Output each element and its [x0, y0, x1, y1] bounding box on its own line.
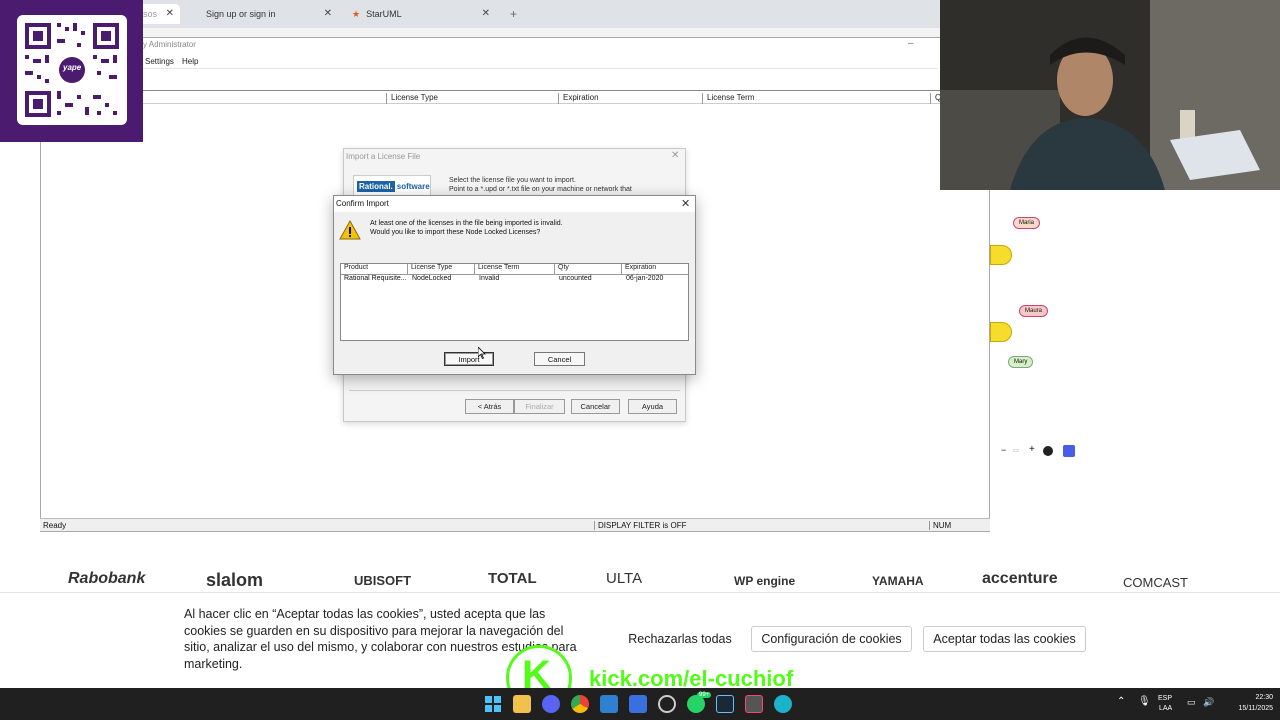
zoom-in-icon[interactable]: +: [1029, 444, 1035, 455]
chrome-icon[interactable]: [571, 695, 589, 713]
app-title: y Administrator: [143, 40, 196, 49]
app-icon[interactable]: [629, 695, 647, 713]
steam-icon[interactable]: [716, 695, 734, 713]
cell-license-type: NodeLocked: [412, 275, 452, 282]
staruml-icon: ★: [352, 8, 361, 19]
zoom-level-icon[interactable]: ▭: [1013, 447, 1019, 454]
logo-yamaha: YAMAHA: [872, 574, 924, 588]
tab-staruml[interactable]: ★ StarUML ✕: [344, 4, 496, 24]
board-node[interactable]: [990, 322, 1012, 342]
notification-badge: 99+: [697, 692, 712, 698]
board-bubble-mary[interactable]: Mary: [1008, 356, 1034, 368]
status-num: NUM: [929, 521, 954, 530]
network-icon[interactable]: ▭: [1187, 697, 1196, 708]
col-qty[interactable]: Q: [930, 93, 941, 104]
status-ready: Ready: [43, 521, 67, 530]
minimize-icon[interactable]: –: [908, 38, 914, 49]
confirm-message-1: At least one of the licenses in the file…: [370, 220, 563, 227]
zoom-out-icon[interactable]: −: [1001, 445, 1006, 455]
close-icon[interactable]: ✕: [671, 150, 679, 161]
board-bubble-maria[interactable]: Maria: [1013, 217, 1041, 229]
microphone-icon[interactable]: 🎙: [1138, 696, 1151, 707]
lang-secondary[interactable]: LAA: [1159, 705, 1172, 712]
th-license-term[interactable]: License Term: [475, 264, 555, 274]
board-bubble-maura[interactable]: Maura: [1019, 305, 1049, 317]
volume-icon[interactable]: 🔊: [1203, 697, 1214, 708]
logo-ubisoft: UBISOFT: [354, 573, 412, 588]
new-tab-button[interactable]: +: [502, 4, 522, 24]
accept-cookies-button[interactable]: Aceptar todas las cookies: [923, 626, 1086, 652]
cancel-wizard-button[interactable]: Cancelar: [571, 399, 620, 414]
staruml-taskbar-icon[interactable]: [774, 695, 792, 713]
logo-comcast: COMCAST: [1123, 575, 1188, 590]
finish-button[interactable]: Finalizar: [514, 399, 565, 414]
board-zoom-toolbar: − ▭ +: [995, 444, 1080, 460]
menu-bar: [40, 55, 938, 69]
menu-settings[interactable]: Settings: [145, 57, 174, 66]
import-instruction-2: Point to a *.upd or *.txt file on your m…: [449, 186, 632, 193]
close-icon[interactable]: ✕: [681, 197, 690, 210]
discord-icon[interactable]: [542, 695, 560, 713]
import-dialog-title: Import a License File: [346, 152, 421, 161]
license-admin-taskbar-icon[interactable]: [745, 695, 763, 713]
import-instruction-1: Select the license file you want to impo…: [449, 177, 576, 184]
qr-code: yape: [17, 15, 127, 125]
th-qty[interactable]: Qty: [555, 264, 622, 274]
rational-logo-text: Rational.: [357, 180, 395, 192]
confirm-message-2: Would you like to import these Node Lock…: [370, 229, 541, 236]
tab-label: Sign up or sign in: [206, 9, 276, 19]
logo-rabobank: Rabobank: [68, 570, 146, 587]
back-button[interactable]: < Atrás: [465, 399, 514, 414]
lang-primary[interactable]: ESP: [1158, 695, 1172, 702]
th-expiration[interactable]: Expiration: [622, 264, 688, 274]
board-node[interactable]: [990, 245, 1012, 265]
clock-time[interactable]: 22:30: [1243, 694, 1273, 701]
cell-expiration: 06-jan-2020: [626, 275, 664, 282]
confirm-dialog-title: Confirm Import: [336, 199, 389, 208]
warning-icon: [339, 219, 361, 243]
cell-qty: uncounted: [559, 275, 592, 282]
col-license-term[interactable]: License Term: [702, 93, 930, 104]
cell-license-term: Invalid: [479, 275, 500, 282]
cancel-button[interactable]: Cancel: [534, 352, 585, 366]
th-product[interactable]: Product: [341, 264, 408, 274]
col-expiration[interactable]: Expiration: [558, 93, 702, 104]
logo-ulta: ULTA: [606, 570, 643, 587]
logo-accenture: accenture: [982, 570, 1058, 587]
help-circle-icon[interactable]: [1043, 446, 1053, 456]
rational-logo: Rational. software: [353, 175, 431, 197]
import-button[interactable]: Import: [444, 352, 494, 366]
close-icon[interactable]: ✕: [482, 8, 490, 19]
vscode-icon[interactable]: [600, 695, 618, 713]
tab-label: StarUML: [366, 9, 402, 19]
cell-product: Rational Requisite...: [344, 275, 407, 282]
tab-signup[interactable]: Sign up or sign in ✕: [186, 4, 338, 24]
help-button[interactable]: Ayuda: [628, 399, 677, 414]
reject-cookies-button[interactable]: Rechazarlas todas: [620, 626, 740, 652]
col-license-type[interactable]: License Type: [386, 93, 558, 104]
board-action-icon[interactable]: [1063, 445, 1075, 457]
yape-logo-text: yape: [63, 63, 82, 72]
cookie-settings-button[interactable]: Configuración de cookies: [751, 626, 912, 652]
divider: [349, 390, 680, 391]
close-icon[interactable]: ✕: [166, 8, 174, 19]
logo-slalom: slalom: [206, 570, 264, 590]
clock-date[interactable]: 15/11/2025: [1222, 705, 1273, 712]
webcam-overlay: [940, 0, 1280, 190]
menu-help[interactable]: Help: [182, 57, 198, 66]
logo-total: TOTAL: [488, 570, 537, 587]
th-license-type[interactable]: License Type: [408, 264, 475, 274]
file-explorer-icon[interactable]: [513, 695, 531, 713]
close-icon[interactable]: ✕: [324, 8, 332, 19]
tray-chevron-icon[interactable]: ⌃: [1117, 696, 1125, 707]
windows-start-icon[interactable]: [484, 695, 502, 713]
software-logo-text: software: [396, 181, 430, 191]
status-filter: DISPLAY FILTER is OFF: [594, 521, 929, 530]
obs-icon[interactable]: [658, 695, 676, 713]
logo-wpengine: WP engine: [734, 574, 796, 588]
mouse-cursor-icon: [477, 346, 486, 362]
